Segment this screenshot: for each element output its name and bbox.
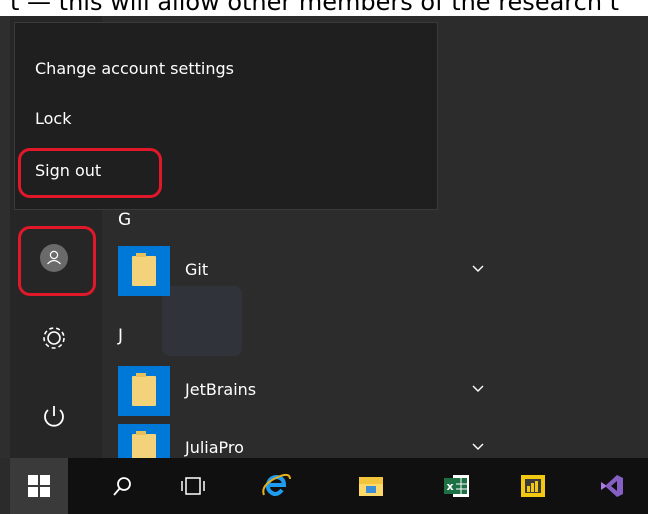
chevron-down-icon[interactable] — [470, 380, 486, 396]
search-icon — [113, 477, 131, 496]
document-text-strip: t — this will allow other members of the… — [0, 0, 648, 16]
power-bi-button[interactable] — [504, 458, 562, 514]
settings-button[interactable] — [34, 318, 74, 358]
task-view-icon — [181, 477, 205, 495]
app-label: JuliaPro — [185, 438, 244, 457]
windows-start-icon — [28, 475, 50, 497]
app-item-jetbrains[interactable]: JetBrains — [118, 366, 508, 416]
internet-explorer-button[interactable] — [248, 458, 306, 514]
svg-text:x: x — [446, 480, 453, 493]
background-blur — [162, 286, 242, 356]
app-label: JetBrains — [185, 380, 257, 399]
file-explorer-button[interactable] — [342, 458, 400, 514]
excel-button[interactable]: x — [428, 458, 486, 514]
avatar-highlight — [18, 226, 96, 296]
section-letter-j: J — [118, 326, 124, 346]
power-bi-icon — [521, 475, 545, 497]
power-button[interactable] — [34, 396, 74, 436]
task-view-button[interactable] — [164, 458, 222, 514]
visual-studio-icon — [601, 475, 623, 497]
search-button[interactable] — [94, 458, 152, 514]
folder-icon — [132, 373, 156, 406]
taskbar: x — [10, 458, 648, 514]
start-button[interactable] — [10, 458, 68, 514]
app-tile — [118, 246, 170, 296]
visual-studio-button[interactable] — [582, 458, 640, 514]
app-item-git[interactable]: Git — [118, 246, 508, 296]
power-icon — [44, 406, 64, 427]
gear-icon — [43, 327, 65, 349]
lock-item[interactable]: Lock — [35, 109, 71, 128]
change-account-settings-item[interactable]: Change account settings — [35, 59, 234, 78]
chevron-down-icon[interactable] — [470, 260, 486, 276]
internet-explorer-icon — [262, 473, 291, 496]
document-text: t — this will allow other members of the… — [10, 0, 620, 16]
chevron-down-icon[interactable] — [470, 438, 486, 454]
folder-icon — [132, 253, 156, 286]
app-label: Git — [185, 260, 209, 279]
file-explorer-icon — [359, 477, 383, 496]
excel-icon: x — [444, 475, 469, 497]
app-tile — [118, 366, 170, 416]
sign-out-highlight — [18, 148, 162, 198]
section-letter-g: G — [118, 210, 132, 230]
